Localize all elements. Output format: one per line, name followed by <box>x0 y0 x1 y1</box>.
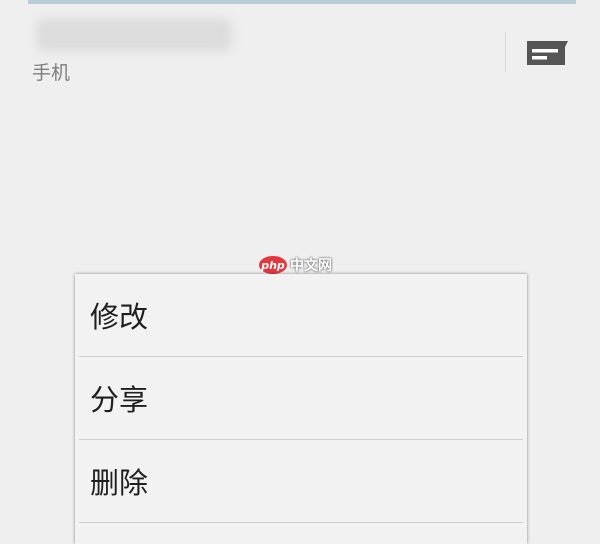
vertical-divider <box>505 32 506 72</box>
contact-number-blurred <box>36 18 232 52</box>
watermark-logo: php <box>259 256 287 274</box>
menu-item-delete[interactable]: 删除 <box>75 440 527 522</box>
message-icon <box>527 41 568 65</box>
watermark-text: 中文网 <box>290 258 332 274</box>
send-message-button[interactable] <box>524 38 570 68</box>
menu-item-share[interactable]: 分享 <box>75 357 527 439</box>
watermark: php 中文网 <box>259 255 332 275</box>
menu-divider <box>79 522 523 523</box>
context-menu: 修改 分享 删除 <box>75 274 527 544</box>
top-accent-bar <box>28 0 576 4</box>
contact-type-label: 手机 <box>32 62 71 84</box>
menu-item-edit[interactable]: 修改 <box>75 274 527 356</box>
